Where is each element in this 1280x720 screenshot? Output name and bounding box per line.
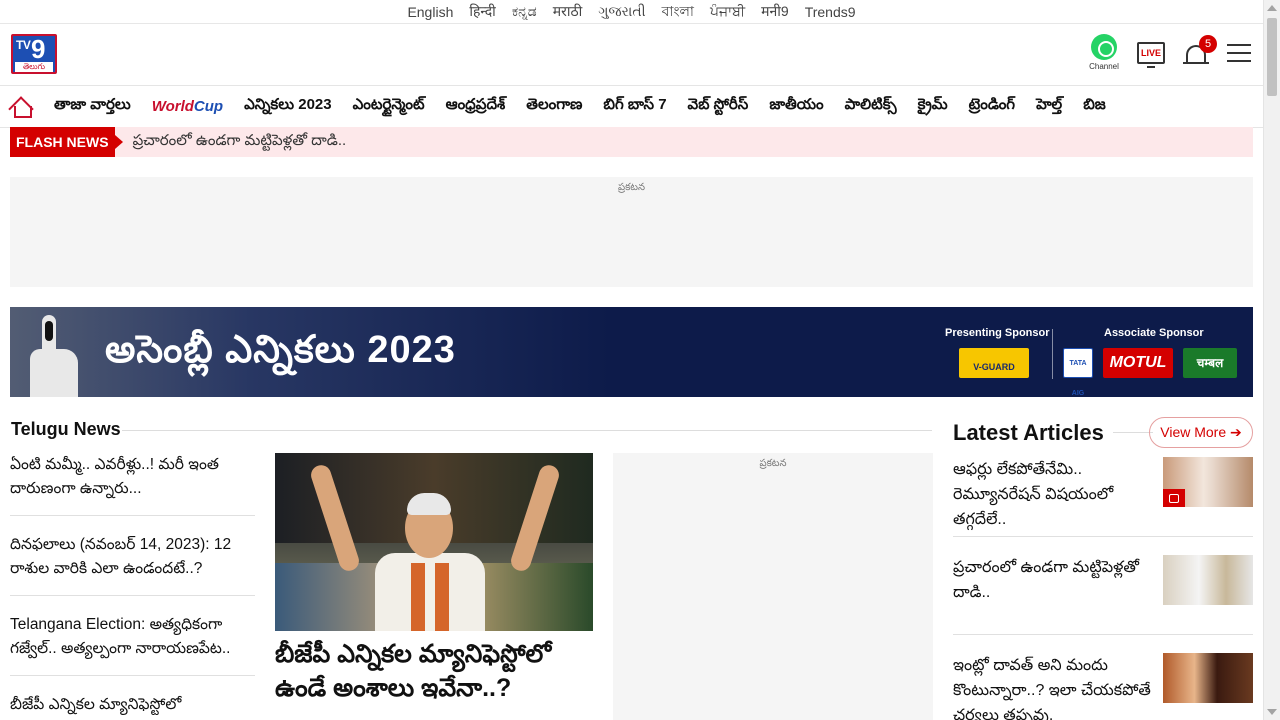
list-item[interactable]: ప్రచారంలో ఉండగా మట్టిపెళ్లతో దాడి.. <box>953 553 1253 635</box>
tv9-telugu-logo[interactable]: TV 9 తెలుగు <box>11 34 57 74</box>
logo-tv-text: TV <box>16 38 31 52</box>
home-icon[interactable] <box>10 96 34 118</box>
telugu-news-list: ఏంటి మమ్మీ.. ఎవరీళ్లు..! మరీ ఇంత దారుణంగ… <box>10 453 255 720</box>
article-thumbnail[interactable] <box>1163 457 1253 507</box>
content-area: English हिन्दी ಕನ್ನಡ मराठी ગુજરાતી বাংলা… <box>0 0 1263 720</box>
ad-label: ప్రకటన <box>617 182 646 193</box>
lang-punjabi[interactable]: ਪੰਜਾਬੀ <box>702 3 753 20</box>
site-header: TV 9 తెలుగు Channel LIVE 5 <box>0 24 1263 86</box>
latest-divider <box>1113 432 1153 433</box>
list-item[interactable]: బీజేపీ ఎన్నికల మ్యానిఫెస్టోలో <box>10 693 255 720</box>
ad-label: ప్రకటన <box>759 458 787 469</box>
hamburger-menu-button[interactable] <box>1227 43 1251 62</box>
nav-health[interactable]: హెల్త్ <box>1036 96 1062 117</box>
bell-icon-base <box>1183 61 1209 64</box>
election-banner[interactable]: అసెంబ్లీ ఎన్నికలు 2023 Presenting Sponso… <box>10 307 1253 397</box>
article-title[interactable]: ఇంట్లో దావత్ అని మందు కొంటున్నారా..? ఇలా… <box>953 651 1153 720</box>
lang-bangla[interactable]: বাংলা <box>654 0 702 24</box>
notification-button[interactable]: 5 <box>1183 34 1217 67</box>
worldcup-label-a: World <box>151 98 194 115</box>
article-title[interactable]: ఆఫర్లు లేకపోతేనేమి.. రెమ్యూనరేషన్ విషయంల… <box>953 455 1153 532</box>
featured-story[interactable]: బీజేపీ ఎన్నికల మ్యానిఫెస్టోలో ఉండే అంశాల… <box>275 453 593 705</box>
nav-national[interactable]: జాతీయం <box>769 96 823 117</box>
notification-badge: 5 <box>1199 34 1217 53</box>
telugu-news-heading[interactable]: Telugu News <box>11 419 121 440</box>
flash-news-headline[interactable]: ప్రచారంలో ఉండగా మట్టిపెళ్లతో దాడి.. <box>133 132 347 153</box>
flash-news-bar: FLASH NEWS ప్రచారంలో ఉండగా మట్టిపెళ్లతో … <box>10 127 1253 157</box>
scroll-up-icon[interactable] <box>1267 5 1277 11</box>
nav-bigg-boss-7[interactable]: బిగ్ బాస్ 7 <box>603 96 666 117</box>
list-item[interactable]: Telangana Election: అత్యధికంగా గజ్వేల్..… <box>10 613 255 676</box>
lang-english[interactable]: English <box>399 4 461 20</box>
associate-sponsor-label: Associate Sponsor <box>1104 327 1204 339</box>
main-nav: తాజా వార్తలు WorldCup ఎన్నికలు 2023 ఎంటర… <box>0 86 1263 128</box>
page: English हिन्दी ಕನ್ನಡ मराठी ગુજરાતી বাংলা… <box>0 0 1280 720</box>
hamburger-icon-line <box>1227 59 1251 62</box>
live-tv-button[interactable]: LIVE <box>1137 41 1165 68</box>
nav-web-stories[interactable]: వెబ్ స్టోరీస్ <box>688 96 749 117</box>
banner-title: అసెంబ్లీ ఎన్నికలు 2023 <box>105 329 456 371</box>
nav-worldcup[interactable]: WorldCup <box>152 98 223 115</box>
logo-nine-text: 9 <box>31 34 46 64</box>
latest-articles-list: ఆఫర్లు లేకపోతేనేమి.. రెమ్యూనరేషన్ విషయంల… <box>953 455 1253 720</box>
nav-politics[interactable]: పాలిటిక్స్ <box>845 96 897 117</box>
nav-trending[interactable]: ట్రెండింగ్ <box>969 96 1015 117</box>
featured-story-headline[interactable]: బీజేపీ ఎన్నికల మ్యానిఫెస్టోలో ఉండే అంశాల… <box>275 637 593 705</box>
lang-trends9[interactable]: Trends9 <box>797 4 864 20</box>
list-item[interactable]: దినఫలాలు (నవంబర్ 14, 2023): 12 రాశుల వార… <box>10 533 255 596</box>
inked-finger-icon <box>24 315 84 397</box>
language-bar: English हिन्दी ಕನ್ನಡ मराठी ગુજરાતી বাংলা… <box>0 0 1263 24</box>
presenting-sponsor-label: Presenting Sponsor <box>945 327 1050 339</box>
nav-telangana[interactable]: తెలంగాణ <box>526 96 582 117</box>
list-item[interactable]: ఆఫర్లు లేకపోతేనేమి.. రెమ్యూనరేషన్ విషయంల… <box>953 455 1253 537</box>
advertisement-side: ప్రకటన <box>613 453 933 720</box>
section-divider <box>10 430 932 431</box>
advertisement-top: ప్రకటన <box>10 177 1253 287</box>
lang-money9[interactable]: मनी9 <box>753 2 797 21</box>
tata-aig-logo: TATA AIG <box>1063 348 1093 397</box>
latest-articles-heading: Latest Articles <box>953 420 1104 445</box>
article-thumbnail[interactable] <box>1163 555 1253 605</box>
vertical-scrollbar[interactable] <box>1263 0 1280 720</box>
motul-logo: MOTUL <box>1103 348 1173 378</box>
lang-hindi[interactable]: हिन्दी <box>461 2 503 21</box>
hamburger-icon-line <box>1227 51 1251 54</box>
header-icons: Channel LIVE 5 <box>1089 34 1251 71</box>
lang-gujarati[interactable]: ગુજરાતી <box>590 3 653 20</box>
nav-elections-2023[interactable]: ఎన్నికలు 2023 <box>244 96 332 117</box>
view-more-button[interactable]: View More ➔ <box>1149 417 1253 448</box>
camera-icon <box>1163 489 1185 507</box>
nav-latest-news[interactable]: తాజా వార్తలు <box>54 96 131 117</box>
whatsapp-icon <box>1091 34 1117 60</box>
nav-crime[interactable]: క్రైమ్ <box>918 96 948 117</box>
hamburger-icon-line <box>1227 43 1251 46</box>
logo-language-text: తెలుగు <box>15 62 53 72</box>
whatsapp-channel-label: Channel <box>1089 62 1119 71</box>
whatsapp-channel-button[interactable]: Channel <box>1089 34 1119 71</box>
list-item[interactable]: ఏంటి మమ్మీ.. ఎవరీళ్లు..! మరీ ఇంత దారుణంగ… <box>10 453 255 516</box>
nav-entertainment[interactable]: ఎంటర్టైన్మెంట్ <box>353 96 425 117</box>
scroll-down-icon[interactable] <box>1267 709 1277 715</box>
scrollbar-thumb[interactable] <box>1267 18 1277 96</box>
article-thumbnail[interactable] <box>1163 653 1253 703</box>
lang-marathi[interactable]: मराठी <box>545 2 590 21</box>
article-title[interactable]: ప్రచారంలో ఉండగా మట్టిపెళ్లతో దాడి.. <box>953 553 1153 605</box>
chambal-logo: चम्बल <box>1183 348 1237 378</box>
nav-andhra-pradesh[interactable]: ఆంధ్రప్రదేశ్ <box>446 96 506 117</box>
sponsor-divider <box>1052 329 1053 379</box>
list-item[interactable]: ఇంట్లో దావత్ అని మందు కొంటున్నారా..? ఇలా… <box>953 651 1253 720</box>
nav-business[interactable]: బిజ <box>1083 96 1106 117</box>
vguard-logo: V-GUARD <box>959 348 1029 378</box>
featured-story-image[interactable] <box>275 453 593 631</box>
lang-kannada[interactable]: ಕನ್ನಡ <box>504 3 545 20</box>
worldcup-label-b: Cup <box>193 98 224 115</box>
flash-news-tag: FLASH NEWS <box>10 127 123 157</box>
